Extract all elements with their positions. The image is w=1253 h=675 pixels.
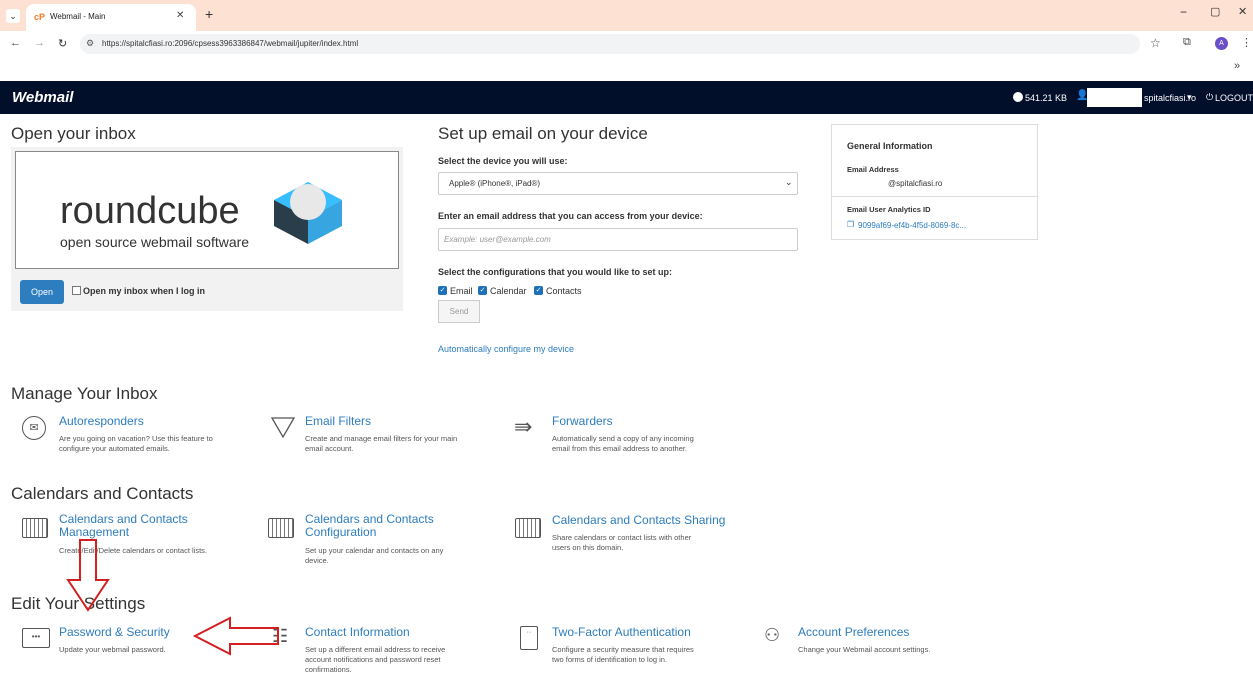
annotation-arrows: [66, 539, 279, 656]
down-arrow-annotation: [66, 539, 110, 612]
left-arrow-annotation: [192, 616, 279, 656]
